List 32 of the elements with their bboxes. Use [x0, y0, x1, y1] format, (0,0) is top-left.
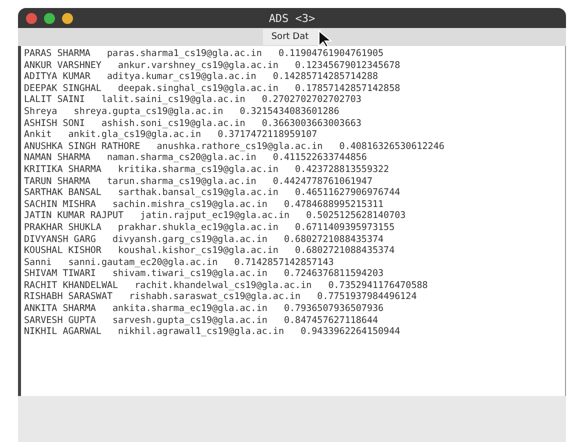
text-area[interactable] — [18, 46, 566, 396]
output-line: SHIVAM TIWARI shivam.tiwari_cs19@gla.ac.in 0.7246376811594203 — [24, 268, 384, 280]
output-line: Ankit ankit.gla_cs19@gla.ac.in 0.3717472118959107 — [24, 129, 318, 141]
output-line: TARUN SHARMA tarun.sharma_cs19@gla.ac.in 0.4424778761061947 — [24, 176, 372, 188]
output-line: DIVYANSH GARG divyansh.garg_cs19@gla.ac.in 0.6802721088435374 — [24, 234, 384, 246]
output-line: ADITYA KUMAR aditya.kumar_cs19@gla.ac.in 0.14285714285714288 — [24, 71, 378, 83]
output-line: ASHISH SONI ashish.soni_cs19@gla.ac.in 0.3663003663003663 — [24, 118, 362, 130]
zoom-button[interactable] — [44, 13, 55, 24]
output-line: RACHIT KHANDELWAL rachit.khandelwal_cs19@gla.ac.in 0.7352941176470588 — [24, 280, 428, 292]
minimize-button[interactable] — [62, 13, 73, 24]
output-line: SACHIN MISHRA sachin.mishra_cs19@gla.ac.in 0.4784688995215311 — [24, 198, 384, 210]
sort-data-button[interactable]: Sort Dat — [263, 29, 321, 45]
output-line: NIKHIL AGARWAL nikhil.agrawal1_cs19@gla.ac.in 0.9433962264150944 — [24, 326, 400, 338]
output-line: Shreya shreya.gupta_cs19@gla.ac.in 0.3215434083601286 — [24, 106, 340, 118]
output-line: JATIN KUMAR RAJPUT jatin.rajput_ec19@gla.ac.in 0.5025125628140703 — [24, 210, 406, 222]
output-line: ANKITA SHARMA ankita.sharma_ec19@gla.ac.in 0.7936507936507936 — [24, 303, 384, 315]
output-line: KOUSHAL KISHOR koushal.kishor_cs19@gla.ac.in 0.6802721088435374 — [24, 245, 395, 257]
output-line: Sanni sanni.gautam_ec20@gla.ac.in 0.7142857142857143 — [24, 256, 334, 268]
output-line: SARVESH GUPTA sarvesh.gupta_cs19@gla.ac.in 0.847457627118644 — [24, 314, 378, 326]
window-title: ADS <3> — [268, 12, 316, 24]
output-line: RISHABH SARASWAT rishabh.saraswat_cs19@gla.ac.in 0.7751937984496124 — [24, 291, 417, 304]
cursor-icon — [318, 30, 332, 48]
output-line: SARTHAK BANSAL sarthak.bansal_cs19@gla.ac.in 0.46511627906976744 — [24, 187, 400, 199]
output-line: ANUSHKA SINGH RATHORE anushka.rathore_cs19@gla.ac.in 0.40816326530612246 — [24, 140, 444, 152]
output-line: DEEPAK SINGHAL deepak.singhal_cs19@gla.ac.in 0.17857142857142858 — [24, 82, 400, 94]
output-line: PARAS SHARMA paras.sharma1_cs19@gla.ac.in 0.11904761904761905 — [24, 48, 384, 60]
close-button[interactable] — [26, 13, 37, 24]
output-line: NAMAN SHARMA naman.sharma_cs20@gla.ac.in 0.411522633744856 — [24, 152, 367, 164]
output-line: LALIT SAINI lalit.saini_cs19@gla.ac.in 0.2702702702702703 — [24, 94, 362, 106]
output-line: KRITIKA SHARMA kritika.sharma_cs19@gla.ac.in 0.423728813559322 — [24, 164, 390, 176]
output-line: PRAKHAR SHUKLA prakhar.shukla_ec19@gla.ac.in 0.6711409395973155 — [24, 222, 395, 234]
output-line: ANKUR VARSHNEY ankur.varshney_cs19@gla.ac.in 0.12345679012345678 — [24, 60, 400, 72]
